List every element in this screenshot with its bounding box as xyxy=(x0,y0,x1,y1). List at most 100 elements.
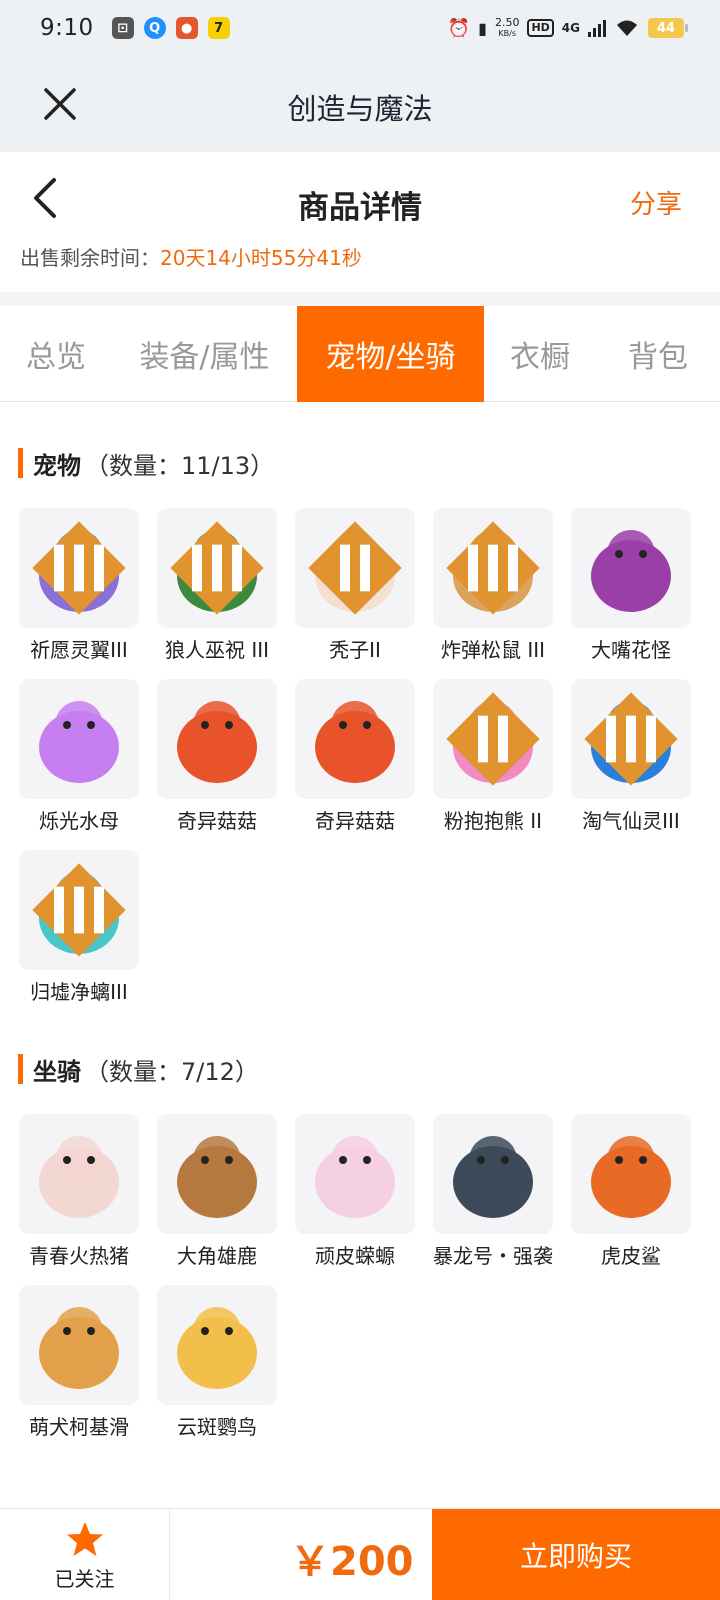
item-thumbnail xyxy=(295,508,415,628)
item-card[interactable]: 青春火热猪 xyxy=(19,1114,139,1272)
item-name: 大嘴花怪 xyxy=(591,638,671,662)
section-accent-bar xyxy=(18,1054,23,1084)
item-thumbnail xyxy=(571,508,691,628)
tab-backpack[interactable]: 背包 xyxy=(596,306,720,402)
shark-icon xyxy=(591,1136,671,1218)
item-name: 云斑鹦鸟 xyxy=(177,1415,257,1439)
item-card[interactable]: 淘气仙灵III xyxy=(571,679,691,837)
item-card[interactable]: 大角雄鹿 xyxy=(157,1114,277,1272)
item-name: 奇异菇菇 xyxy=(315,809,395,833)
item-thumbnail xyxy=(19,508,139,628)
item-thumbnail xyxy=(433,679,553,799)
section-accent-bar xyxy=(18,448,23,478)
item-thumbnail xyxy=(157,1285,277,1405)
pumpkin-app-icon: ● xyxy=(175,17,198,39)
mushroom-icon xyxy=(177,701,257,783)
status-app-icons: ⊡ Q ● 7 xyxy=(111,17,230,39)
item-name: 粉抱抱熊 II xyxy=(443,809,543,833)
item-card[interactable]: 烁光水母 xyxy=(19,679,139,837)
network-type: 4G xyxy=(561,21,580,35)
signal-icon xyxy=(588,19,606,37)
item-thumbnail xyxy=(433,1114,553,1234)
rank-badge-icon xyxy=(308,521,402,615)
item-card[interactable]: 虎皮鲨 xyxy=(571,1114,691,1272)
timer-value: 20天14小时55分41秒 xyxy=(160,246,362,270)
hd-icon: HD xyxy=(527,19,554,37)
item-card[interactable]: 祈愿灵翼III xyxy=(19,508,139,666)
bottom-action-bar: 已关注 ￥200 立即购买 xyxy=(0,1508,720,1600)
item-name: 烁光水母 xyxy=(39,809,119,833)
follow-button[interactable]: 已关注 xyxy=(0,1509,170,1600)
item-thumbnail xyxy=(19,1114,139,1234)
section-title-mounts: 坐骑 （数量：7/12） xyxy=(18,1052,259,1086)
item-thumbnail xyxy=(295,679,415,799)
item-name: 祈愿灵翼III xyxy=(30,638,128,662)
rank-badge-icon xyxy=(584,692,678,786)
item-card[interactable]: 奇异菇菇 xyxy=(157,679,277,837)
webview-bar: 创造与魔法 xyxy=(0,56,720,152)
item-name: 萌犬柯基滑 xyxy=(29,1415,129,1439)
item-thumbnail xyxy=(433,508,553,628)
item-name: 大角雄鹿 xyxy=(177,1244,257,1268)
deer-icon xyxy=(177,1136,257,1218)
item-card[interactable]: 狼人巫祝 III xyxy=(157,508,277,666)
jellyfish-icon xyxy=(39,701,119,783)
item-card[interactable]: 暴龙号・强袭 xyxy=(433,1114,553,1272)
status-bar: 9:10 ⊡ Q ● 7 ⏰ ▮ 2.50 KB/s HD 4G 44 xyxy=(0,0,720,56)
page-title: 商品详情 xyxy=(298,190,422,226)
divider xyxy=(0,292,720,306)
flower-monster-icon xyxy=(591,530,671,612)
tab-wardrobe[interactable]: 衣橱 xyxy=(484,306,596,402)
status-indicators: ⏰ ▮ 2.50 KB/s HD 4G 44 xyxy=(447,17,688,39)
mech-dragon-icon xyxy=(453,1136,533,1218)
item-name: 顽皮蝾螈 xyxy=(315,1244,395,1268)
item-name: 秃子II xyxy=(329,638,381,662)
item-thumbnail xyxy=(157,1114,277,1234)
item-card[interactable]: 萌犬柯基滑 xyxy=(19,1285,139,1443)
alarm-icon: ⏰ xyxy=(447,17,471,39)
item-thumbnail xyxy=(19,850,139,970)
tab-pets-mounts[interactable]: 宠物/坐骑 xyxy=(297,306,484,402)
item-thumbnail xyxy=(19,679,139,799)
item-card[interactable]: 粉抱抱熊 II xyxy=(433,679,553,837)
item-thumbnail xyxy=(295,1114,415,1234)
wifi-icon xyxy=(617,20,637,36)
item-card[interactable]: 奇异菇菇 xyxy=(295,679,415,837)
item-card[interactable]: 秃子II xyxy=(295,508,415,666)
qq-icon: Q xyxy=(143,17,166,39)
rank-badge-icon xyxy=(32,863,126,957)
item-thumbnail xyxy=(19,1285,139,1405)
status-time: 9:10 xyxy=(40,15,94,41)
parrot-icon xyxy=(177,1307,257,1389)
tab-bar: 总览 装备/属性 宠物/坐骑 衣橱 背包 xyxy=(0,306,720,402)
tab-equipment[interactable]: 装备/属性 xyxy=(112,306,297,402)
webview-title: 创造与魔法 xyxy=(287,92,433,126)
sale-remaining-time: 出售剩余时间：20天14小时55分41秒 xyxy=(20,242,362,271)
tab-overview[interactable]: 总览 xyxy=(0,306,112,402)
item-name: 狼人巫祝 III xyxy=(164,638,270,662)
price: ￥200 xyxy=(290,1539,414,1585)
item-card[interactable]: 云斑鹦鸟 xyxy=(157,1285,277,1443)
item-name: 淘气仙灵III xyxy=(582,809,680,833)
rank-badge-icon xyxy=(170,521,264,615)
item-card[interactable]: 炸弹松鼠 III xyxy=(433,508,553,666)
item-card[interactable]: 大嘴花怪 xyxy=(571,508,691,666)
item-card[interactable]: 顽皮蝾螈 xyxy=(295,1114,415,1272)
battery-icon: 44 xyxy=(648,18,688,38)
item-name: 虎皮鲨 xyxy=(601,1244,661,1268)
vibrate-icon: ▮ xyxy=(478,18,487,38)
buy-now-button[interactable]: 立即购买 xyxy=(432,1509,720,1600)
item-name: 暴龙号・强袭 xyxy=(433,1244,553,1268)
star-icon xyxy=(66,1521,103,1556)
app-notification-icon: ⊡ xyxy=(111,17,134,39)
share-button[interactable]: 分享 xyxy=(630,184,682,221)
item-card[interactable]: 归墟净螭III xyxy=(19,850,139,1008)
rank-badge-icon xyxy=(446,521,540,615)
corgi-icon xyxy=(39,1307,119,1389)
timer-label: 出售剩余时间： xyxy=(20,246,160,270)
item-thumbnail xyxy=(157,679,277,799)
rank-badge-icon xyxy=(32,521,126,615)
item-name: 炸弹松鼠 III xyxy=(440,638,546,662)
page-header: 商品详情 分享 出售剩余时间：20天14小时55分41秒 xyxy=(0,152,720,292)
item-thumbnail xyxy=(571,1114,691,1234)
